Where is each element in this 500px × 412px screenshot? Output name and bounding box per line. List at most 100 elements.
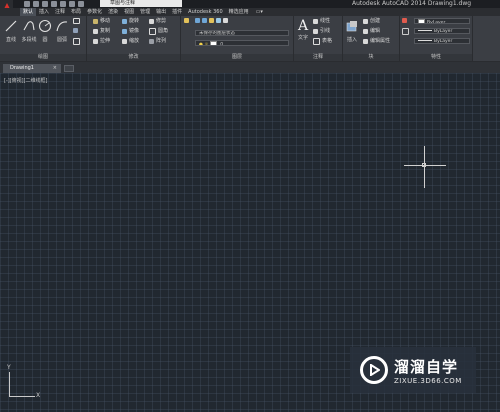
edit-block-button[interactable]: 编辑 xyxy=(363,28,380,35)
create-block-button[interactable]: 创建 xyxy=(363,18,380,25)
watermark-text: 溜溜自学 ZIXUE.3D66.COM xyxy=(394,356,462,385)
layer-match-icon xyxy=(195,18,200,23)
layers-group: 未保存的图层状态 ● ☼ 0 图层 xyxy=(181,16,294,61)
redo-icon[interactable] xyxy=(78,1,84,7)
annotation-group-label[interactable]: 注释 xyxy=(294,54,342,61)
layers-group-label[interactable]: 图层 xyxy=(181,54,293,61)
ucs-x-axis xyxy=(9,396,35,397)
trim-button[interactable]: 修剪 xyxy=(149,18,166,25)
tab-annotate[interactable]: 注释 xyxy=(52,8,68,16)
properties-group: ByLayer ByLayer ByLayer 特性 xyxy=(400,16,473,61)
current-layer-dropdown[interactable]: ● ☼ 0 xyxy=(195,40,289,46)
hatch-icon xyxy=(73,28,78,33)
trim-icon xyxy=(149,19,154,24)
hatch-button[interactable] xyxy=(73,28,78,33)
annotation-group: A 文字 线性 引线 表格 注释 xyxy=(294,16,343,61)
text-icon: A xyxy=(297,18,309,34)
match-properties-icon[interactable] xyxy=(402,18,407,23)
array-button[interactable]: 阵列 xyxy=(149,38,166,45)
play-logo-icon xyxy=(360,356,388,384)
watermark: 溜溜自学 ZIXUE.3D66.COM xyxy=(350,347,476,393)
layer-properties-icon[interactable] xyxy=(184,18,189,23)
copy-icon xyxy=(93,29,98,34)
modify-group-label[interactable]: 修改 xyxy=(87,54,180,61)
polyline-button[interactable]: 多段线 xyxy=(19,19,39,43)
edit-attributes-icon xyxy=(363,39,368,44)
open-file-icon[interactable] xyxy=(33,1,39,7)
copy-button[interactable]: 复制 xyxy=(93,28,110,35)
watermark-title: 溜溜自学 xyxy=(394,357,459,376)
rectangle-icon xyxy=(73,18,80,24)
arc-button[interactable]: 圆弧 xyxy=(55,19,69,43)
tab-default[interactable]: 默认 xyxy=(20,8,37,16)
rectangle-button[interactable] xyxy=(73,18,80,24)
viewport-controls-label[interactable]: [-][俯视][二维线框] xyxy=(4,77,48,84)
new-file-icon[interactable] xyxy=(24,1,30,7)
sun-icon: ☼ xyxy=(204,42,209,46)
tab-manage[interactable]: 管理 xyxy=(137,8,153,16)
undo-icon[interactable] xyxy=(69,1,75,7)
table-button[interactable]: 表格 xyxy=(313,38,332,45)
window-title: Autodesk AutoCAD 2014 Drawing1.dwg xyxy=(352,0,472,7)
tab-view[interactable]: 视图 xyxy=(121,8,137,16)
table-icon xyxy=(313,38,320,45)
draw-group-label[interactable]: 绘图 xyxy=(0,54,86,61)
tab-insert[interactable]: 插入 xyxy=(36,8,52,16)
layer-state-dropdown[interactable]: 未保存的图层状态 xyxy=(195,30,289,36)
tab-featured-apps[interactable]: 精选应用 xyxy=(226,8,252,16)
tab-layout[interactable]: 布局 xyxy=(68,8,84,16)
properties-group-label[interactable]: 特性 xyxy=(400,54,472,61)
tab-plugins[interactable]: 插件 xyxy=(169,8,185,16)
region-button[interactable] xyxy=(73,38,80,45)
layer-tools-icons[interactable] xyxy=(195,18,228,23)
plot-icon[interactable] xyxy=(60,1,66,7)
insert-block-icon xyxy=(346,21,357,32)
color-swatch xyxy=(418,19,425,23)
dimension-button[interactable]: 线性 xyxy=(313,18,330,25)
ribbon-minimize-icon[interactable]: ▭▾ xyxy=(256,9,263,15)
save-icon[interactable] xyxy=(42,1,48,7)
insert-block-button[interactable]: 插入 xyxy=(344,19,360,43)
mirror-icon xyxy=(122,29,127,34)
scale-button[interactable]: 缩放 xyxy=(122,38,139,45)
edit-block-icon xyxy=(363,29,368,34)
lightbulb-icon: ● xyxy=(199,42,203,46)
leader-button[interactable]: 引线 xyxy=(313,28,330,35)
stretch-icon xyxy=(93,39,98,44)
fillet-button[interactable]: 圆角 xyxy=(149,28,168,35)
move-button[interactable]: 移动 xyxy=(93,18,110,25)
close-tab-icon[interactable]: × xyxy=(53,64,57,73)
file-tab-bar: Drawing1 × xyxy=(0,62,500,73)
edit-attributes-button[interactable]: 编辑属性 xyxy=(363,38,390,45)
layer-freeze-icon xyxy=(216,18,221,23)
quick-access-toolbar xyxy=(24,0,84,8)
save-as-icon[interactable] xyxy=(51,1,57,7)
move-icon xyxy=(93,19,98,24)
rotate-button[interactable]: 旋转 xyxy=(122,18,139,25)
file-tab-drawing1[interactable]: Drawing1 × xyxy=(3,64,61,73)
tab-output[interactable]: 输出 xyxy=(153,8,169,16)
list-icon[interactable] xyxy=(402,28,409,35)
lineweight-dropdown[interactable]: ByLayer xyxy=(414,28,470,34)
color-dropdown[interactable]: ByLayer xyxy=(414,18,470,24)
circle-button[interactable]: 圆 xyxy=(38,19,52,43)
stretch-button[interactable]: 拉伸 xyxy=(93,38,110,45)
workspace-dropdown[interactable]: 草图与注释 xyxy=(100,0,182,7)
modify-group: 移动 旋转 修剪 复制 镜像 圆角 拉伸 缩放 阵列 修改 xyxy=(87,16,181,61)
region-icon xyxy=(73,38,80,45)
block-group-label[interactable]: 块 xyxy=(343,54,399,61)
line-icon xyxy=(5,20,17,32)
line-button[interactable]: 直线 xyxy=(2,19,20,43)
tab-render[interactable]: 渲染 xyxy=(105,8,121,16)
ucs-y-label: Y xyxy=(7,364,11,371)
tab-autodesk-360[interactable]: Autodesk 360 xyxy=(185,8,226,16)
text-button[interactable]: A 文字 xyxy=(295,19,311,41)
layer-isolate-icon xyxy=(202,18,207,23)
new-drawing-tab-icon[interactable] xyxy=(64,65,74,72)
mirror-button[interactable]: 镜像 xyxy=(122,28,139,35)
linetype-dropdown[interactable]: ByLayer xyxy=(414,38,470,44)
tab-parametric[interactable]: 参数化 xyxy=(84,8,105,16)
watermark-url: ZIXUE.3D66.COM xyxy=(394,376,462,385)
create-block-icon xyxy=(363,19,368,24)
title-bar: 草图与注释 Autodesk AutoCAD 2014 Drawing1.dwg xyxy=(0,0,500,15)
